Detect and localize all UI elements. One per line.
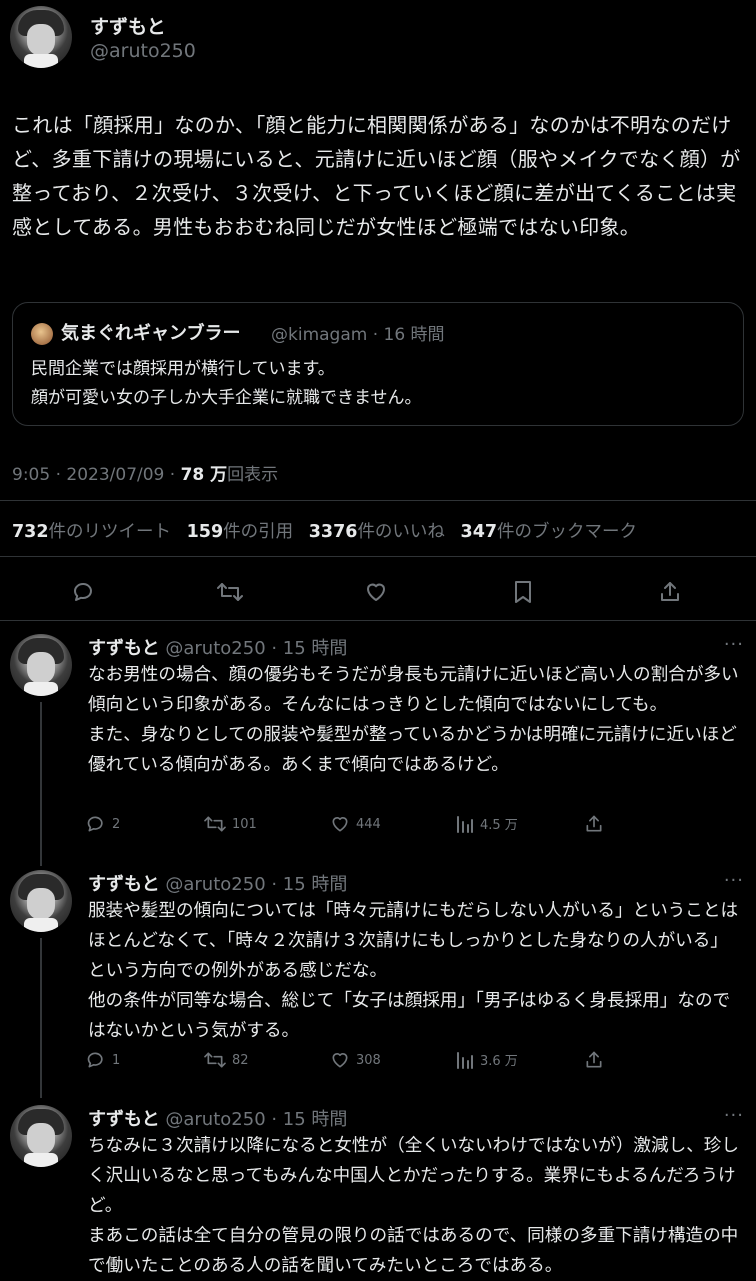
divider: [0, 556, 756, 557]
views-count: 4.5 万: [480, 818, 518, 833]
bookmark-stat[interactable]: 347件のブックマーク: [461, 522, 638, 542]
engagement-stats: 732件のリツイート 159件の引用 3376件のいいね 347件のブックマーク: [12, 518, 647, 543]
reply-text: ちなみに３次請け以降になると女性が（全くいないわけではないが）激減し、珍しく沢山…: [88, 1136, 739, 1276]
main-tweet-text: これは「顔採用」なのか、「顔と能力に相関関係がある」なのかは不明なのだけど、多重…: [12, 113, 741, 239]
reply-icon: [87, 1052, 103, 1068]
divider: [0, 620, 756, 621]
reply-button[interactable]: [66, 574, 102, 610]
quoted-name: 気まぐれギャンブラー: [61, 323, 241, 344]
share-button[interactable]: [584, 1050, 604, 1070]
retweet-icon: [217, 583, 243, 601]
author-avatar[interactable]: [10, 6, 72, 68]
reply-tweet[interactable]: すずもと @aruto250 · 15 時間 ··· ちなみに３次請け以降になる…: [0, 1105, 756, 1280]
reply-handle-time[interactable]: @aruto250 · 15 時間: [165, 1109, 347, 1130]
share-icon: [586, 1051, 602, 1068]
reply-author-name[interactable]: すずもと: [88, 1109, 160, 1130]
views-label: 回表示: [227, 465, 279, 485]
views-icon: [457, 1051, 473, 1069]
reply-tweet[interactable]: すずもと @aruto250 · 15 時間 ··· 服装や髪型の傾向については…: [0, 870, 756, 1080]
reply-count: 1: [112, 1052, 121, 1068]
like-count: 308: [356, 1052, 381, 1068]
quoted-handle-time: @kimagam · 16 時間: [271, 325, 445, 345]
divider: [0, 500, 756, 501]
reply-avatar[interactable]: [10, 870, 72, 932]
reply-tweet[interactable]: すずもと @aruto250 · 15 時間 ··· なお男性の場合、顔の優劣も…: [0, 634, 756, 844]
author-name[interactable]: すずもと: [90, 12, 166, 39]
retweet-button[interactable]: [212, 574, 248, 610]
views-button[interactable]: 3.6 万: [456, 1050, 518, 1069]
like-icon: [332, 1053, 348, 1068]
reply-actions: 1 82 308 3.6 万: [86, 1050, 606, 1072]
like-icon: [332, 817, 348, 832]
reply-actions: 2 101 444 4.5 万: [86, 814, 606, 836]
reply-button[interactable]: 1: [86, 1050, 120, 1070]
share-button[interactable]: [652, 574, 688, 610]
views-count: 78 万: [180, 465, 228, 485]
reply-author-name[interactable]: すずもと: [88, 874, 160, 895]
quoted-avatar: [31, 323, 53, 345]
share-icon: [661, 582, 679, 601]
retweet-count: 82: [232, 1052, 249, 1068]
retweet-button[interactable]: 82: [204, 1050, 249, 1070]
retweet-button[interactable]: 101: [204, 814, 257, 834]
quoted-text: 民間企業では顔採用が横行しています。 顔が可愛い女の子しか大手企業に就職できませ…: [31, 359, 422, 408]
like-stat[interactable]: 3376件のいいね: [309, 522, 445, 542]
quote-stat[interactable]: 159件の引用: [187, 522, 294, 542]
reply-count: 2: [112, 816, 121, 832]
reply-avatar[interactable]: [10, 634, 72, 696]
retweet-count: 101: [232, 816, 257, 832]
more-icon[interactable]: ···: [724, 634, 744, 655]
like-button[interactable]: 308: [330, 1050, 381, 1070]
more-icon[interactable]: ···: [724, 870, 744, 891]
views-icon: [457, 815, 473, 833]
retweet-icon: [204, 816, 226, 832]
like-count: 444: [356, 816, 381, 832]
reply-icon: [74, 583, 92, 601]
reply-header: すずもと @aruto250 · 15 時間: [88, 634, 347, 660]
like-button[interactable]: [358, 574, 394, 610]
like-icon: [367, 583, 385, 601]
tweet-meta: 9:05 · 2023/07/09 · 78 万回表示: [12, 460, 278, 485]
author-handle[interactable]: @aruto250: [90, 40, 196, 62]
retweet-icon: [204, 1052, 226, 1068]
retweet-stat[interactable]: 732件のリツイート: [12, 522, 171, 542]
views-button[interactable]: 4.5 万: [456, 814, 518, 833]
reply-text: 服装や髪型の傾向については「時々元請けにもだらしない人がいる」ということはほとん…: [88, 901, 739, 1041]
share-icon: [586, 815, 602, 832]
like-button[interactable]: 444: [330, 814, 381, 834]
quoted-tweet[interactable]: 気まぐれギャンブラー @kimagam · 16 時間 民間企業では顔採用が横行…: [12, 302, 744, 426]
reply-handle-time[interactable]: @aruto250 · 15 時間: [165, 638, 347, 659]
bookmark-icon: [515, 581, 531, 603]
bookmark-button[interactable]: [505, 574, 541, 610]
tweet-time[interactable]: 9:05 · 2023/07/09 ·: [12, 465, 181, 485]
reply-text: なお男性の場合、顔の優劣もそうだが身長も元請けに近いほど高い人の割合が多い傾向と…: [88, 665, 739, 775]
reply-handle-time[interactable]: @aruto250 · 15 時間: [165, 874, 347, 895]
reply-header: すずもと @aruto250 · 15 時間: [88, 870, 347, 896]
more-icon[interactable]: ···: [724, 1105, 744, 1126]
reply-header: すずもと @aruto250 · 15 時間: [88, 1105, 347, 1131]
tweet-actions: [0, 574, 756, 610]
reply-icon: [87, 816, 103, 832]
reply-author-name[interactable]: すずもと: [88, 638, 160, 659]
reply-button[interactable]: 2: [86, 814, 120, 834]
views-count: 3.6 万: [480, 1054, 518, 1069]
reply-avatar[interactable]: [10, 1105, 72, 1167]
share-button[interactable]: [584, 814, 604, 834]
